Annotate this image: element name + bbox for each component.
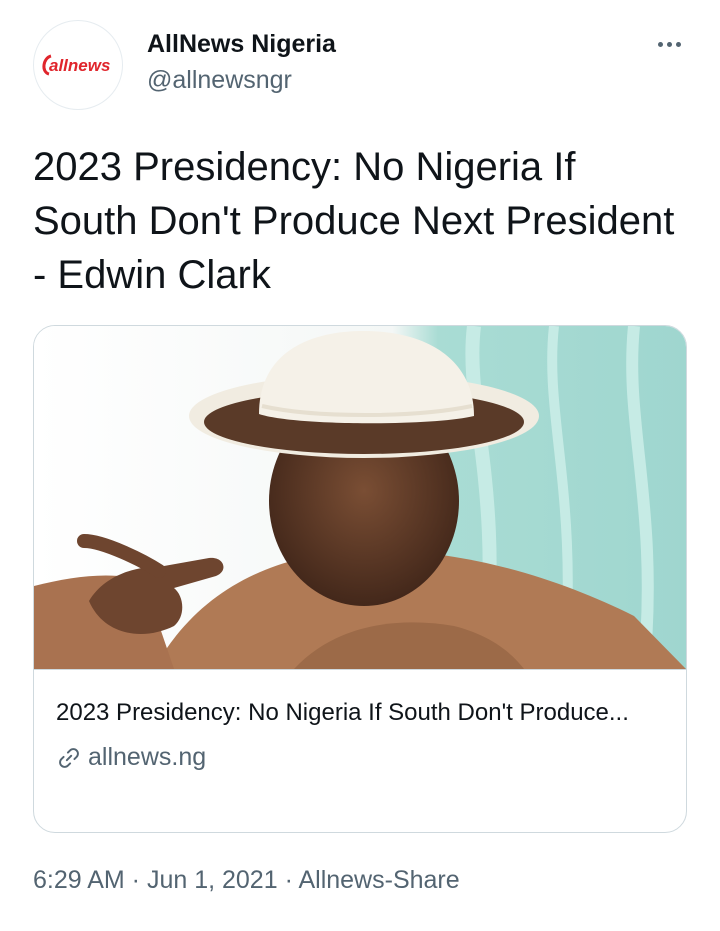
card-image[interactable] [34,326,686,670]
card-domain-row[interactable]: allnews.ng [56,743,666,772]
allnews-logo: allnews [42,54,110,76]
meta-separator: · [124,866,147,894]
link-icon [59,747,79,768]
svg-text:allnews: allnews [49,56,110,75]
author-handle[interactable]: @allnewsngr [147,66,292,95]
meta-separator: · [277,866,299,894]
avatar[interactable]: allnews [33,20,123,110]
link-card[interactable]: 2023 Presidency: No Nigeria If South Don… [33,325,687,833]
more-options-icon[interactable] [658,36,688,52]
tweet-date[interactable]: Jun 1, 2021 [147,866,278,894]
author-display-name[interactable]: AllNews Nigeria [147,30,336,59]
card-title[interactable]: 2023 Presidency: No Nigeria If South Don… [56,694,666,731]
card-domain: allnews.ng [88,743,207,771]
tweet-time[interactable]: 6:29 AM [33,866,125,894]
tweet-meta: 6:29 AM · Jun 1, 2021 · Allnews-Share [33,866,460,895]
tweet-source[interactable]: Allnews-Share [298,866,459,894]
tweet-text: 2023 Presidency: No Nigeria If South Don… [33,145,675,297]
